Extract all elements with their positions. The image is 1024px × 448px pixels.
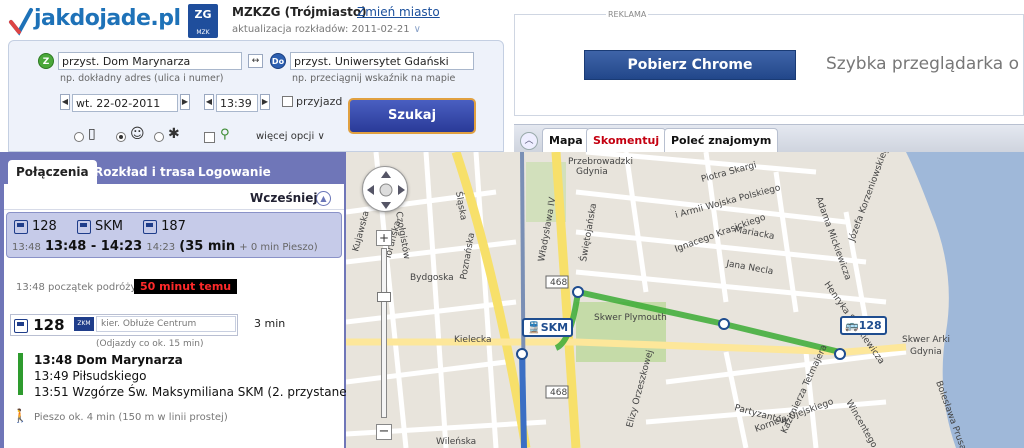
stop-list: 13:48 Dom Marynarza 13:49 Piłsudskiego 1… (34, 352, 358, 400)
end-time-small: 14:23 (146, 242, 176, 253)
map-label: Skwer Plymouth (594, 313, 667, 323)
map-label: Gdynia (910, 347, 942, 357)
transfer-checkbox[interactable] (204, 132, 215, 143)
line-number: 187 (161, 219, 186, 234)
zoom-in-button[interactable]: + (376, 230, 392, 246)
tab-rozklad-i-trasa[interactable]: Rozkład i trasa (86, 160, 203, 184)
zg-badge: ZG MZK (188, 4, 218, 38)
chevron-down-icon: ∨ (317, 131, 325, 142)
stop-item: 13:51 Wzgórze Św. Maksymiliana SKM (2. p… (34, 385, 359, 399)
zoom-slider-thumb[interactable] (377, 292, 391, 302)
map-label: Gdynia (576, 167, 608, 177)
bus-mode-icon: ▯ (88, 126, 96, 142)
bus-stop-marker[interactable]: 🚌128 (840, 316, 887, 335)
zkm-logo: ZKM (74, 317, 94, 331)
journey-start: 13:48 początek podróży (16, 282, 137, 293)
earlier-link[interactable]: Wcześniej (250, 191, 318, 205)
map-label: Przebrowadzki (568, 157, 633, 167)
bus-icon (14, 219, 28, 234)
chevron-up-icon[interactable]: ▲ (316, 191, 331, 206)
more-options-link[interactable]: więcej opcji ∨ (256, 131, 325, 142)
walk-text: Pieszo ok. 4 min (150 m w linii prostej) (34, 412, 228, 423)
skm-station-marker[interactable]: 🚆SKM (522, 318, 574, 337)
date-prev-button[interactable]: ◀ (60, 94, 70, 110)
map[interactable]: 468 468 Przebrowadzki Gdynia Śląska Czoł… (346, 152, 1024, 448)
city-title: MZKZG (Trójmiasto) (232, 5, 367, 19)
leg-line: 128 (14, 316, 65, 334)
chevron-down-icon[interactable]: ∨ (414, 24, 421, 35)
stop-item: 13:49 Piłsudskiego (34, 369, 147, 383)
tab-polec-znajomym[interactable]: Poleć znajomym (664, 128, 779, 152)
mode-radio-bus[interactable] (74, 132, 84, 142)
to-hint: np. przeciągnij wskaźnik na mapie (292, 73, 456, 84)
time-ago-badge: 50 minut temu (134, 279, 238, 294)
train-icon (76, 219, 91, 234)
mode-radio-walk[interactable] (154, 132, 164, 142)
map-label: Wileńska (436, 437, 476, 447)
route-rail (519, 351, 527, 448)
collapse-icon[interactable]: ︿ (520, 132, 538, 150)
person-icon: ☺ (130, 126, 145, 142)
logo[interactable]: jakdojade.pl (4, 2, 184, 42)
route-stop[interactable] (516, 348, 528, 360)
road-number: 468 (550, 388, 567, 398)
leg-frequency: (Odjazdy co ok. 15 min) (96, 339, 204, 349)
logo-check-icon (9, 8, 33, 36)
search-button[interactable]: Szukaj (348, 98, 476, 134)
date-input[interactable] (72, 94, 178, 112)
map-pan-control[interactable] (362, 166, 408, 212)
map-label: Bydgoska (410, 273, 454, 283)
time-input[interactable] (216, 94, 258, 112)
to-pin-icon: Do (270, 53, 286, 69)
tab-polaczenia[interactable]: Połączenia (8, 160, 97, 184)
route-stop[interactable] (572, 286, 584, 298)
change-city-link[interactable]: Zmień miasto (357, 5, 440, 19)
swap-button[interactable]: ↔ (248, 54, 263, 68)
from-input[interactable] (58, 52, 242, 70)
walk-time: + 0 min Pieszo) (239, 242, 318, 253)
route-stop[interactable] (834, 348, 846, 360)
from-pin-icon: Z (38, 53, 54, 69)
time-range: 13:48 - 14:23 (44, 239, 143, 254)
walk-icon: 🚶 (12, 409, 29, 424)
stop-item: 13:48 Dom Marynarza (34, 353, 183, 367)
time-next-button[interactable]: ▶ (260, 94, 270, 110)
leg-direction: kier. Obłuże Centrum (96, 316, 236, 332)
from-hint: np. dokładny adres (ulica i numer) (60, 73, 224, 84)
line-number: 128 (32, 219, 57, 234)
transfer-icon: ⚲ (220, 127, 230, 142)
route-times: 13:48 13:48 - 14:23 14:23 (35 min + 0 mi… (12, 239, 318, 254)
map-label: Kielecka (454, 335, 492, 345)
arrival-checkbox[interactable] (282, 96, 293, 107)
route-stop[interactable] (718, 318, 730, 330)
duration: (35 min (179, 239, 236, 254)
tab-logowanie[interactable]: Logowanie (190, 160, 279, 184)
leg-line-bar (18, 353, 23, 395)
date-next-button[interactable]: ▶ (180, 94, 190, 110)
line-number: SKM (94, 219, 123, 234)
update-info: aktualizacja rozkładów: 2011-02-21 ∨ (232, 24, 421, 35)
arrival-label: przyjazd (296, 95, 343, 108)
leg-duration: 3 min (254, 317, 286, 330)
bus-icon (143, 219, 158, 234)
start-time-small: 13:48 (12, 242, 41, 253)
zoom-out-button[interactable]: − (376, 424, 392, 440)
map-label: Skwer Arki (902, 335, 950, 345)
zoom-slider[interactable] (381, 248, 387, 418)
tab-skomentuj[interactable]: Skomentuj (586, 128, 667, 152)
ad-chrome-button[interactable]: Pobierz Chrome (584, 50, 796, 80)
mode-radio-person[interactable] (116, 132, 126, 142)
walk-mode-icon: ✱ (168, 126, 180, 142)
bus-icon (14, 318, 28, 333)
logo-text: jakdojade.pl (34, 6, 181, 31)
ad-text: Szybka przeglądarka o (826, 54, 1019, 74)
ad-label: REKLAMA (606, 10, 649, 19)
route-lines: 128 SKM 187 (14, 219, 202, 234)
tab-mapa[interactable]: Mapa (542, 128, 590, 152)
pan-arrows-icon (367, 171, 405, 209)
time-prev-button[interactable]: ◀ (204, 94, 214, 110)
to-input[interactable] (290, 52, 474, 70)
road-number: 468 (550, 278, 567, 288)
